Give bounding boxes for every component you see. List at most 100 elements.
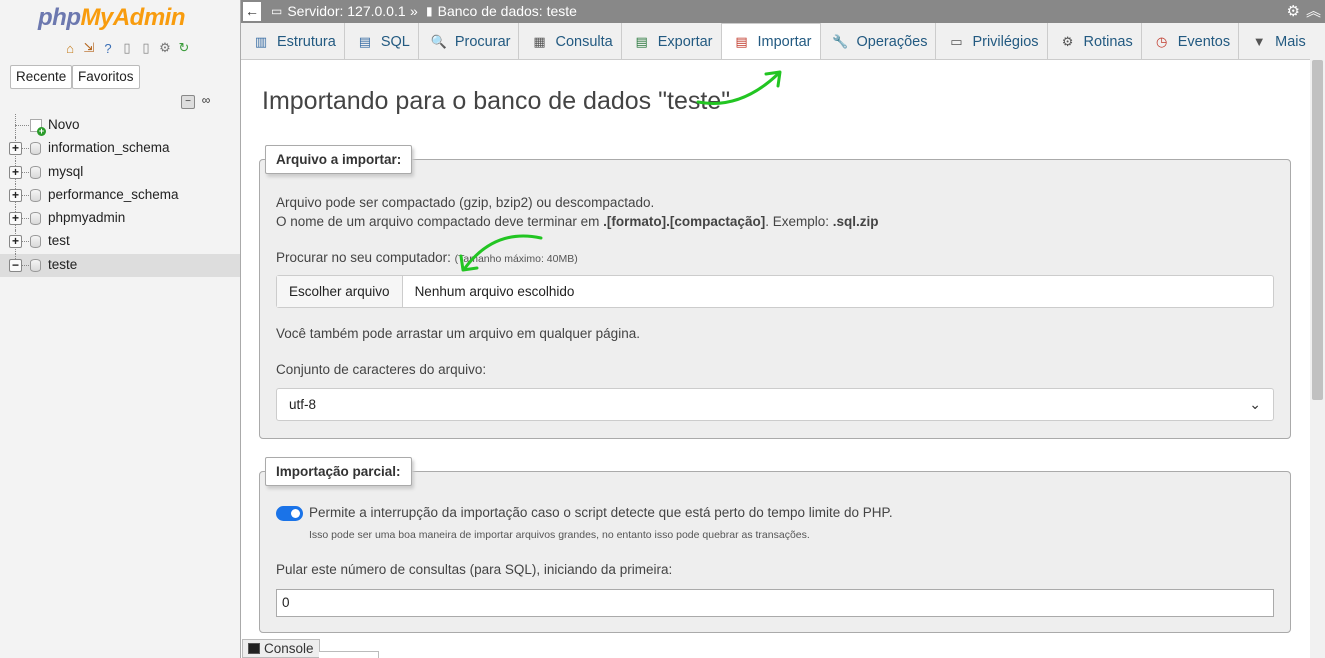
settings-gear-icon[interactable]: ⚙ — [157, 40, 173, 56]
favorites-tab-button[interactable]: Favoritos — [72, 65, 140, 89]
tab-rotinas[interactable]: ⚙ Rotinas — [1048, 23, 1142, 59]
tab-mais[interactable]: ▼ Mais — [1239, 23, 1315, 59]
tab-label: Mais — [1275, 33, 1306, 50]
choose-file-button[interactable]: Escolher arquivo — [277, 276, 403, 307]
chevron-down-icon: ⌄ — [1249, 396, 1261, 412]
skip-queries-label: Pular este número de consultas (para SQL… — [276, 562, 673, 577]
console-icon — [248, 643, 260, 654]
partial-import-fieldset: Importação parcial: Permite a interrupçã… — [259, 457, 1291, 633]
drag-hint: Você também pode arrastar um arquivo em … — [276, 326, 640, 341]
logout-icon[interactable]: ⇲ — [81, 40, 97, 56]
tab-label: Operações — [856, 33, 928, 50]
dropdown-icon: ▼ — [1252, 34, 1266, 49]
file-import-legend: Arquivo a importar: — [265, 145, 413, 174]
docs-icon[interactable]: ▯ — [119, 40, 135, 56]
expand-icon[interactable]: + — [9, 142, 22, 156]
console-panel-edge — [319, 651, 379, 658]
privileges-icon: ▭ — [950, 33, 963, 49]
main-content: Importando para o banco de dados "teste"… — [242, 61, 1310, 658]
tree-item-label: performance_schema — [48, 186, 179, 202]
tab-label: Consulta — [555, 33, 613, 50]
sidebar-quick-icons: ⌂ ⇲ ? ▯ ▯ ⚙ ↻ — [62, 40, 192, 56]
tab-importar[interactable]: ▤ Importar — [721, 23, 821, 59]
phpmyadmin-logo[interactable]: phpMyAdmin — [38, 4, 185, 32]
tree-item-performance-schema[interactable]: + performance_schema — [0, 183, 240, 208]
console-toggle[interactable]: Console — [242, 639, 320, 658]
tab-procurar[interactable]: 🔍 Procurar — [419, 23, 520, 59]
tree-connector — [15, 125, 29, 126]
tab-label: Eventos — [1177, 33, 1231, 50]
tab-operacoes[interactable]: 🔧 Operações — [821, 23, 937, 59]
link-icon[interactable]: ∞ — [199, 94, 213, 109]
tree-item-phpmyadmin[interactable]: + phpmyadmin — [0, 207, 240, 231]
tab-estrutura[interactable]: ▥ Estrutura — [241, 23, 345, 59]
scrollbar-thumb[interactable] — [1312, 60, 1323, 400]
main-tabs: ▥ Estrutura ▤ SQL 🔍 Procurar ▦ Consulta ▤ Exporta… — [241, 23, 1325, 60]
file-import-fieldset: Arquivo a importar: Arquivo pode ser com… — [259, 145, 1291, 439]
tree-item-information-schema[interactable]: + information_schema — [0, 137, 240, 161]
breadcrumb-database-label: Banco de dados: teste — [437, 3, 577, 19]
browse-label: Procurar no seu computador: (Tamanho máx… — [276, 250, 578, 265]
help-icon[interactable]: ? — [100, 40, 116, 56]
tab-sql[interactable]: ▤ SQL — [345, 23, 419, 59]
back-arrow-icon[interactable]: ← — [243, 2, 261, 21]
tab-privilegios[interactable]: ▭ Privilégios — [936, 23, 1048, 59]
export-icon: ▤ — [635, 33, 648, 49]
breadcrumb-database[interactable]: ▮ Banco de dados: teste — [426, 0, 577, 23]
tree-controls: − ∞ — [181, 94, 213, 109]
docs-page-icon[interactable]: ▯ — [138, 40, 154, 56]
database-icon — [30, 258, 41, 272]
sql-icon: ▤ — [358, 33, 371, 49]
tree-item-label: teste — [48, 256, 78, 272]
collapse-icon[interactable]: − — [9, 258, 22, 272]
tree-item-teste[interactable]: − teste — [0, 253, 240, 278]
charset-select[interactable]: utf-8 ⌄ — [276, 388, 1274, 421]
allow-interrupt-toggle[interactable] — [276, 506, 303, 521]
file-input[interactable]: Escolher arquivo Nenhum arquivo escolhid… — [276, 275, 1274, 308]
tab-consulta[interactable]: ▦ Consulta — [519, 23, 622, 59]
tab-label: SQL — [380, 33, 410, 50]
tree-item-label: test — [48, 233, 70, 249]
tree-item-Novo[interactable]: Novo — [0, 114, 240, 138]
expand-icon[interactable]: + — [9, 235, 22, 249]
new-database-icon — [30, 119, 46, 136]
tree-item-test[interactable]: + test — [0, 230, 240, 254]
home-icon[interactable]: ⌂ — [62, 40, 78, 56]
collapse-all-icon[interactable]: − — [181, 95, 195, 109]
tab-exportar[interactable]: ▤ Exportar — [622, 23, 722, 59]
charset-selected-value: utf-8 — [289, 397, 317, 412]
database-icon — [30, 165, 41, 179]
breadcrumb-separator: » — [410, 3, 418, 19]
tab-label: Privilégios — [972, 33, 1039, 50]
charset-label: Conjunto de caracteres do arquivo: — [276, 362, 487, 377]
tab-label: Exportar — [657, 33, 713, 50]
expand-icon[interactable]: + — [9, 212, 22, 226]
expand-icon[interactable]: + — [9, 188, 22, 202]
routines-icon: ⚙ — [1061, 33, 1074, 49]
console-label: Console — [264, 641, 314, 656]
breadcrumb-server[interactable]: ▭ Servidor: 127.0.0.1 — [271, 0, 406, 23]
no-file-chosen-text: Nenhum arquivo escolhido — [414, 284, 575, 299]
settings-gear-icon[interactable]: ⚙ — [1287, 0, 1300, 23]
tab-label: Importar — [757, 34, 812, 50]
tab-eventos[interactable]: ◷ Eventos — [1142, 23, 1240, 59]
page-scrollbar[interactable] — [1310, 23, 1325, 658]
tree-item-mysql[interactable]: + mysql — [0, 160, 240, 184]
database-icon — [30, 142, 41, 156]
page-title: Importando para o banco de dados "teste" — [262, 87, 731, 115]
reload-icon[interactable]: ↻ — [176, 40, 192, 56]
navigation-sidebar: phpMyAdmin ⌂ ⇲ ? ▯ ▯ ⚙ ↻ Recente Favorit… — [0, 0, 241, 658]
database-icon — [30, 212, 41, 226]
tree-item-label: phpmyadmin — [48, 210, 126, 226]
database-icon — [30, 188, 41, 202]
collapse-chevron-icon[interactable]: ︽ — [1306, 0, 1321, 23]
compression-info: Arquivo pode ser compactado (gzip, bzip2… — [276, 195, 655, 210]
recent-tab-button[interactable]: Recente — [10, 65, 73, 89]
skip-queries-input[interactable]: 0 — [276, 589, 1274, 617]
tree-item-label: mysql — [48, 163, 84, 179]
tab-label: Estrutura — [277, 33, 336, 50]
tab-label: Rotinas — [1083, 33, 1133, 50]
topbar-controls: ⚙ ︽ — [1287, 0, 1321, 23]
expand-icon[interactable]: + — [9, 165, 22, 179]
logo-myadmin-text: MyAdmin — [80, 4, 185, 31]
